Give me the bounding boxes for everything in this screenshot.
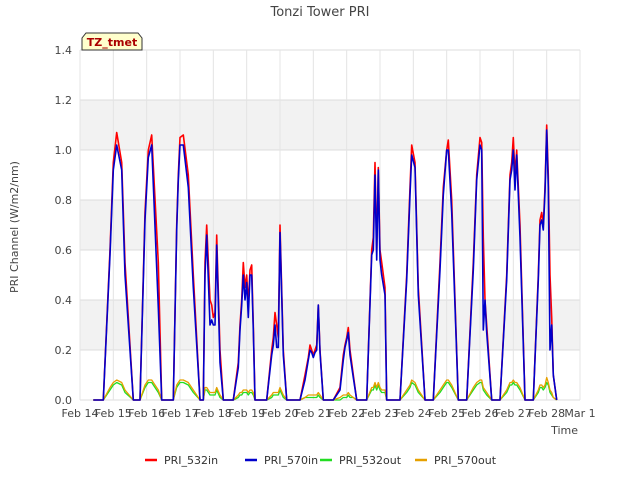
x-tick-label: Feb 25 [428,407,465,420]
x-tick-label: Feb 15 [95,407,132,420]
legend-label: PRI_532in [164,454,218,467]
y-tick-label: 0.2 [55,344,73,357]
x-tick-label: Feb 20 [262,407,299,420]
y-tick-label: 0.6 [55,244,73,257]
legend-label: PRI_570out [434,454,497,467]
badge-label: TZ_tmet [87,36,137,49]
x-tick-label: Feb 18 [195,407,232,420]
x-tick-label: Feb 23 [362,407,399,420]
y-axis-label: PRI Channel (W/m2/nm) [8,161,21,293]
legend-item: PRI_532out [320,454,402,467]
legend-item: PRI_570in [245,454,318,467]
y-tick-label: 1.4 [55,44,73,57]
legend-label: PRI_532out [339,454,402,467]
x-tick-label: Feb 19 [228,407,265,420]
y-tick-label: 0.0 [55,394,73,407]
site-badge: TZ_tmet [81,32,143,51]
x-tick-label: Feb 24 [395,407,432,420]
chart-title: Tonzi Tower PRI [270,5,370,20]
legend: PRI_532in PRI_570in PRI_532out PRI_570out [145,454,497,467]
legend-label: PRI_570in [264,454,318,467]
x-tick-label: Feb 22 [328,407,365,420]
x-tick-label: Feb 16 [128,407,165,420]
chart-svg: Tonzi Tower PRI PRI Channel (W/m2/nm) Ti… [8,5,596,467]
x-tick-label: Feb 21 [295,407,332,420]
y-tick-label: 0.4 [55,294,73,307]
y-tick-label: 1.2 [55,94,73,107]
x-tick-label: Feb 17 [162,407,199,420]
x-axis-label: Time [550,424,578,437]
legend-item: PRI_532in [145,454,218,467]
x-tick-label: Feb 28 [528,407,565,420]
x-tick-label: Feb 14 [62,407,99,420]
plot-area: 0.00.20.40.60.81.01.21.4Feb 14Feb 15Feb … [55,32,596,420]
y-tick-label: 1.0 [55,144,73,157]
grid-band [80,50,580,100]
legend-item: PRI_570out [415,454,497,467]
x-tick-label: Mar 1 [564,407,595,420]
x-tick-label: Feb 27 [495,407,532,420]
y-tick-label: 0.8 [55,194,73,207]
x-tick-label: Feb 26 [462,407,499,420]
grid-band [80,100,580,150]
